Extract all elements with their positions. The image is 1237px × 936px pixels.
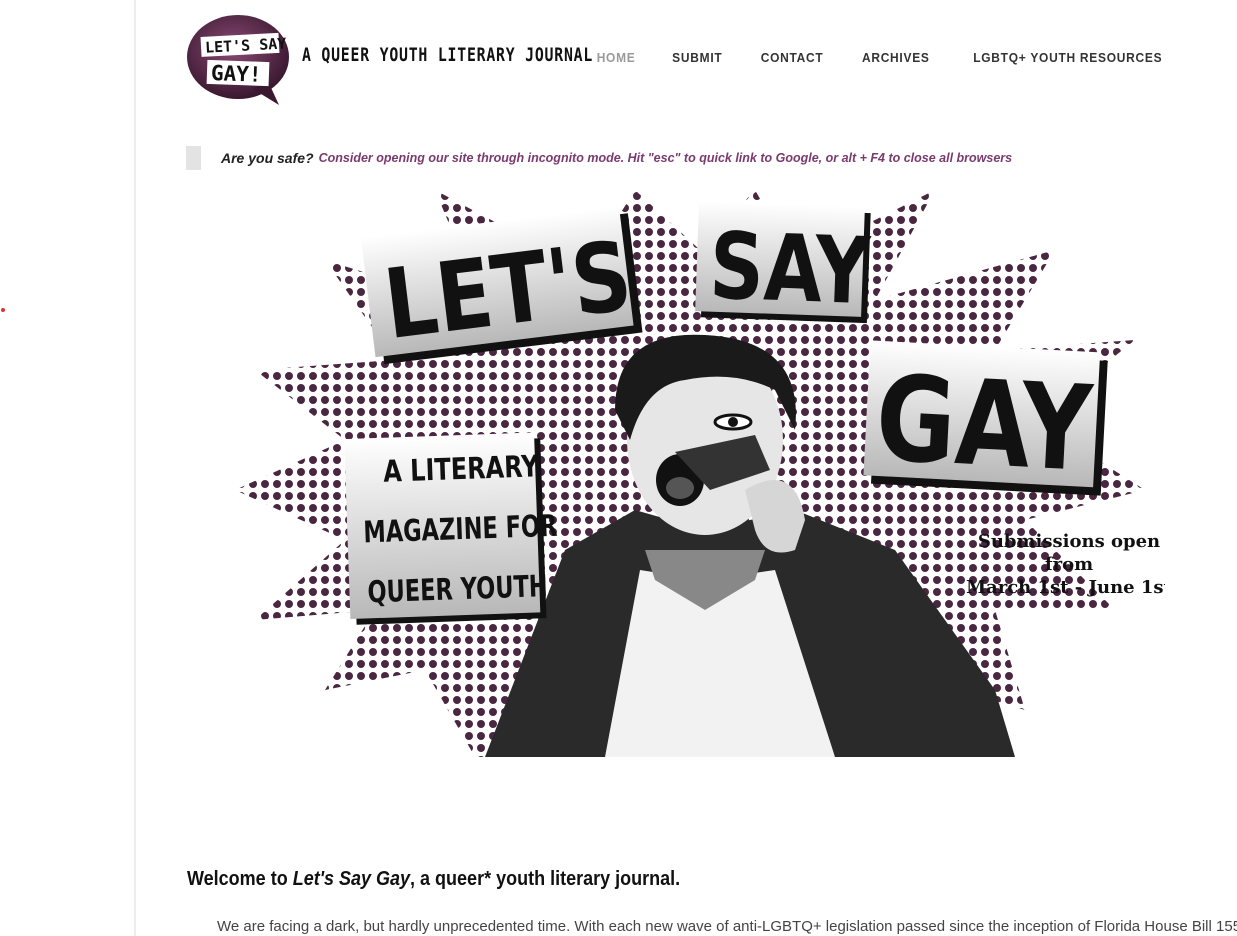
- submissions-line1: Submissions open: [978, 531, 1160, 552]
- nav-submit[interactable]: SUBMIT: [672, 50, 722, 65]
- nav-archives[interactable]: ARCHIVES: [862, 50, 930, 65]
- hero-box-line2: MAGAZINE FOR: [363, 509, 558, 551]
- hero-word-say: SAY: [708, 212, 873, 325]
- logo-line2: GAY!: [211, 61, 262, 87]
- nav-contact[interactable]: CONTACT: [760, 50, 823, 65]
- nav-home[interactable]: HOME: [597, 50, 636, 65]
- safety-question: Are you safe?: [221, 150, 314, 166]
- intro-paragraph: We are facing a dark, but hardly unprece…: [217, 918, 1237, 935]
- hero-artwork: LET'S SAY GAY A LITERARY MAGAZINE FOR QU…: [235, 190, 1165, 757]
- safety-tip-link[interactable]: Consider opening our site through incogn…: [319, 151, 1013, 165]
- nav-lgbtq-resources[interactable]: LGBTQ+ YOUTH RESOURCES: [974, 50, 1163, 65]
- hero-illustration: LET'S SAY GAY A LITERARY MAGAZINE FOR QU…: [235, 190, 1165, 757]
- hero-word-gay: GAY: [873, 351, 1097, 499]
- welcome-suffix: , a queer* youth literary journal.: [410, 868, 681, 890]
- hero-box-line3: QUEER YOUTH: [367, 569, 548, 610]
- left-rail: [0, 0, 136, 936]
- main-nav: HOME SUBMIT CONTACT ARCHIVES LGBTQ+ YOUT…: [595, 50, 1171, 65]
- site-tagline: A QUEER YOUTH LITERARY JOURNAL: [302, 44, 594, 66]
- welcome-prefix: Welcome to: [187, 868, 293, 890]
- submissions-line3: March 1st - June 1st: [966, 577, 1165, 598]
- safety-notice: Are you safe? Consider opening our site …: [186, 146, 1012, 170]
- logo-speech-bubble-icon: LET'S SAY GAY!: [187, 15, 289, 105]
- notice-bar: [186, 146, 201, 170]
- submissions-line2: from: [1045, 554, 1093, 575]
- site-logo[interactable]: LET'S SAY GAY!: [187, 15, 291, 107]
- welcome-heading: Welcome to Let's Say Gay, a queer* youth…: [187, 868, 680, 891]
- hero-box-line1: A LITERARY: [383, 450, 540, 490]
- welcome-journal-title: Let's Say Gay: [292, 868, 411, 890]
- red-dot-marker: [1, 308, 5, 312]
